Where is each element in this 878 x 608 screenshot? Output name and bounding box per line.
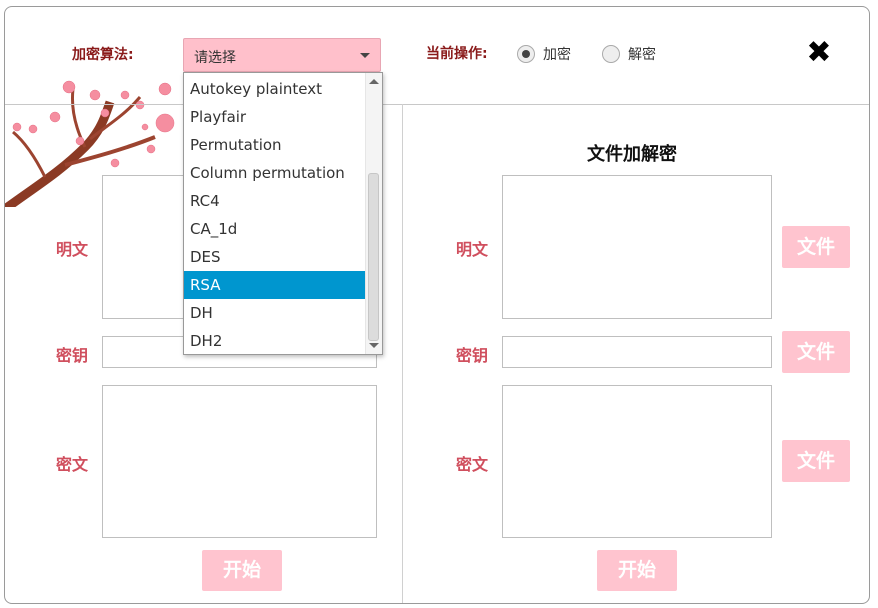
algorithm-dropdown-list: Autokey plaintext Playfair Permutation C… (183, 72, 383, 355)
radio-encrypt[interactable]: 加密 (517, 44, 571, 64)
radio-decrypt-label: 解密 (628, 47, 656, 63)
right-ciphertext-textarea[interactable] (502, 385, 772, 538)
scroll-down-icon[interactable] (369, 343, 379, 348)
right-key-input[interactable] (502, 336, 772, 368)
scroll-up-icon[interactable] (369, 79, 379, 84)
dropdown-scrollbar[interactable] (365, 73, 382, 354)
key-file-button[interactable]: 文件 (782, 331, 850, 373)
dropdown-option[interactable]: DES (184, 243, 366, 271)
ciphertext-file-button[interactable]: 文件 (782, 440, 850, 482)
algorithm-select-value: 请选择 (194, 50, 236, 66)
operation-label: 当前操作: (426, 46, 488, 62)
radio-decrypt[interactable]: 解密 (602, 44, 656, 64)
file-panel-title: 文件加解密 (587, 144, 677, 165)
dropdown-option[interactable]: CA_1d (184, 215, 366, 243)
main-window: 加密算法: 请选择 当前操作: 加密 解密 ✖ 明文 密钥 密文 开始 文件加解… (4, 6, 870, 604)
left-key-label: 密钥 (56, 346, 89, 365)
dropdown-option[interactable]: DH2 (184, 327, 366, 355)
dropdown-option[interactable]: RC4 (184, 187, 366, 215)
left-ciphertext-label: 密文 (56, 455, 89, 474)
chevron-down-icon (360, 53, 370, 58)
right-key-label: 密钥 (456, 346, 489, 365)
radio-unchecked-icon (602, 45, 620, 63)
left-plaintext-label: 明文 (56, 240, 89, 259)
algorithm-select[interactable]: 请选择 (183, 38, 381, 72)
scrollbar-thumb[interactable] (368, 173, 379, 341)
plaintext-file-button[interactable]: 文件 (782, 226, 850, 268)
header-divider (5, 104, 869, 105)
right-plaintext-textarea[interactable] (502, 175, 772, 319)
dropdown-option[interactable]: Playfair (184, 103, 366, 131)
left-ciphertext-textarea[interactable] (102, 385, 377, 538)
radio-encrypt-label: 加密 (543, 47, 571, 63)
right-start-button[interactable]: 开始 (597, 550, 677, 591)
close-icon[interactable]: ✖ (801, 35, 837, 71)
left-start-button[interactable]: 开始 (202, 550, 282, 591)
dropdown-option[interactable]: DH (184, 299, 366, 327)
dropdown-option[interactable]: Autokey plaintext (184, 75, 366, 103)
algorithm-label: 加密算法: (72, 47, 134, 63)
panel-divider (402, 104, 403, 603)
dropdown-option[interactable]: Column permutation (184, 159, 366, 187)
dropdown-option-highlighted[interactable]: RSA (184, 271, 366, 299)
dropdown-option[interactable]: Permutation (184, 131, 366, 159)
radio-checked-icon (517, 45, 535, 63)
right-ciphertext-label: 密文 (456, 455, 489, 474)
right-plaintext-label: 明文 (456, 240, 489, 259)
